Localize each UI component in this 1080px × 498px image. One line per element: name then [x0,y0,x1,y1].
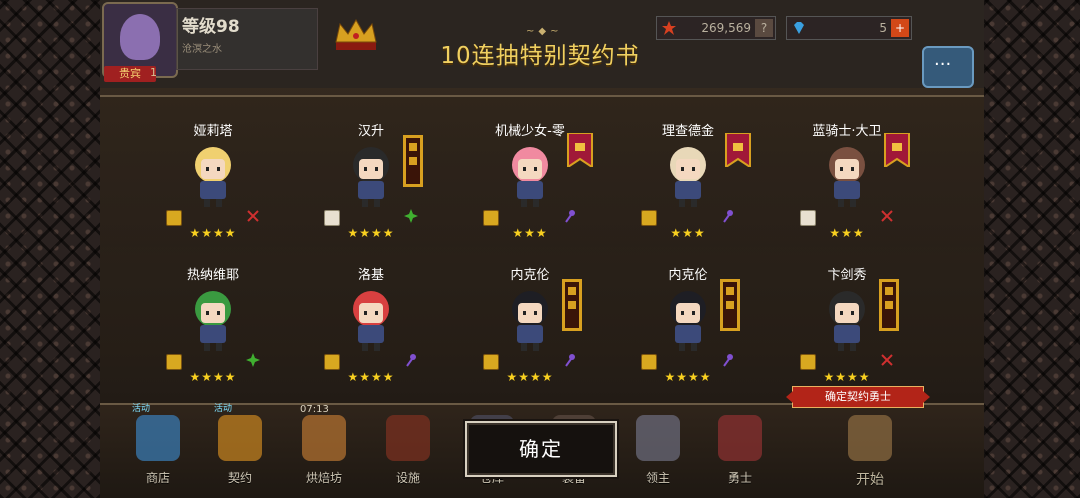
event-tag: 活动 [214,404,233,414]
hero-card[interactable]: 内克伦 ★★★★ [455,239,605,384]
contract-scroll-icon [324,354,340,370]
hero-card[interactable]: 蓝骑士·大卫 ★★★ [772,95,922,240]
nav-label: 领主 [645,471,670,485]
hero-card[interactable]: 洛基 ★★★★ [296,239,446,384]
hero-sprite [353,147,389,207]
nav-label: 开始 [856,472,884,488]
hero-stars: ★★★★ [347,370,395,384]
hero-stars: ★★★★ [189,370,237,384]
hero-card[interactable]: 卞剑秀 ★★★★ [772,239,922,384]
guild-banner-icon [403,135,423,187]
nav-label: 设施 [395,471,420,485]
hero-stars: ★★★ [512,226,548,240]
nav-item-7[interactable]: 勇士 [700,403,780,498]
guild-banner-icon [720,279,740,331]
sword-class-icon [247,210,259,222]
diamond-icon [794,22,804,34]
sword-class-icon [881,354,893,366]
contract-scroll-icon [641,354,657,370]
event-tag: 活动 [132,404,151,414]
hero-stars: ★★★ [829,226,865,240]
left-lattice-border [0,0,100,498]
hero-sprite [195,291,231,351]
nav-item-3[interactable]: 设施 [368,403,448,498]
nav-icon [386,415,430,461]
confirm-button[interactable]: 确定 [463,419,619,479]
hero-stars: ★★★★ [664,370,712,384]
right-lattice-border [984,0,1080,498]
nav-icon [136,415,180,461]
nav-icon [636,415,680,461]
gem-add-button[interactable]: + [891,19,909,37]
hero-card[interactable]: 汉升 ★★★★ [296,95,446,240]
nav-icon [302,415,346,461]
contract-scroll-icon [166,210,182,226]
hero-card[interactable]: 内克伦 ★★★★ [613,239,763,384]
cross-class-icon [246,353,260,367]
popup-title: 10连抽特别契约书 [440,43,640,69]
staff-class-icon [723,210,733,223]
flag-banner-icon [884,133,910,167]
nav-item-2[interactable]: 烘焙坊 [284,403,364,498]
cross-class-icon [404,209,418,223]
flag-banner-icon [567,133,593,167]
contract-scroll-icon [641,210,657,226]
hero-name: 娅莉塔 [193,124,233,139]
hero-stars: ★★★★ [506,370,554,384]
hero-card[interactable]: 娅莉塔 ★★★★ [138,95,288,240]
hero-sprite [353,291,389,351]
nav-icon [848,415,892,461]
nav-icon [218,415,262,461]
contract-scroll-icon [483,210,499,226]
nav-label: 勇士 [727,471,752,485]
hero-name: 热纳维耶 [186,268,239,283]
hero-sprite [512,147,548,207]
nav-label: 契约 [227,471,252,485]
hero-card[interactable]: 机械少女-零 ★★★ [455,95,605,240]
hero-sprite [670,291,706,351]
staff-class-icon [565,210,575,223]
bakery-timer: 07:13 [300,404,329,415]
hero-name: 洛基 [357,268,384,283]
contract-scroll-icon [800,210,816,226]
nav-item-8[interactable]: 开始 [830,403,910,498]
staff-class-icon [723,354,733,367]
staff-class-icon [406,354,416,367]
contract-scroll-icon [166,354,182,370]
nav-icon [718,415,762,461]
contract-scroll-icon [800,354,816,370]
hero-card[interactable]: 热纳维耶 ★★★★ [138,239,288,384]
player-level: 等级98 [182,17,240,37]
nav-label: 烘焙坊 [305,471,342,485]
hero-sprite [512,291,548,351]
contract-scroll-icon [324,210,340,226]
gold-icon [662,21,676,35]
guild-banner-icon [879,279,899,331]
hero-stars: ★★★ [670,226,706,240]
hero-sprite [670,147,706,207]
contract-scroll-icon [483,354,499,370]
sword-class-icon [881,210,893,222]
nav-label: 商店 [145,471,170,485]
hero-stars: ★★★★ [347,226,395,240]
nav-item-1[interactable]: 契约 活动 [200,403,280,498]
staff-class-icon [565,354,575,367]
hero-stars: ★★★★ [823,370,871,384]
hero-sprite [195,147,231,207]
nav-item-6[interactable]: 领主 [618,403,698,498]
guild-banner-icon [562,279,582,331]
hero-sprite [829,291,865,351]
gold-help-button[interactable]: ? [755,19,773,37]
nav-item-0[interactable]: 商店 活动 [118,403,198,498]
flag-banner-icon [725,133,751,167]
hero-sprite [829,147,865,207]
hero-stars: ★★★★ [189,226,237,240]
hero-card[interactable]: 理查德金 ★★★ [613,95,763,240]
